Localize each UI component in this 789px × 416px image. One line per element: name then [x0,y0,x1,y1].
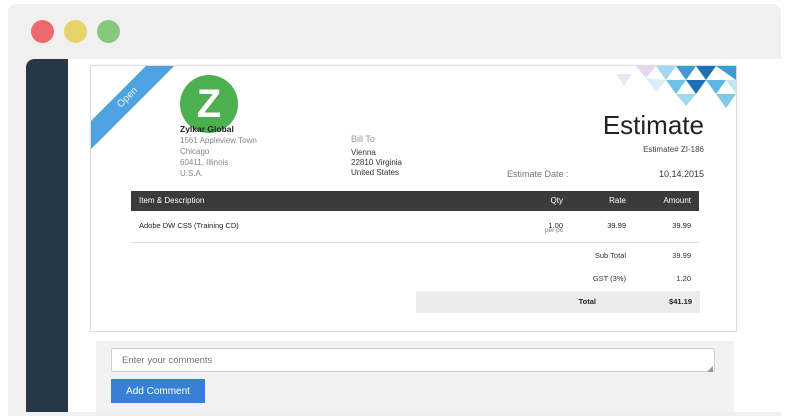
company-city: Chicago [180,147,210,156]
company-name: Zylkar Global [180,124,234,134]
resize-handle-icon[interactable]: ◢ [707,364,713,373]
company-zip-state: 60411, Illinois [180,158,229,167]
estimate-document: Open Z Zylkar Global 1561 Appleview Town… [90,65,737,332]
total-row: Total $41.19 [416,291,700,313]
row-unit: per pc [544,227,563,234]
add-comment-button[interactable]: Add Comment [111,379,205,403]
window-controls [31,20,120,43]
bill-to-country: United States [351,168,400,177]
total-label: Total [578,297,596,306]
row-rate: 39.99 [607,221,626,230]
gst-value: 1.20 [676,274,691,283]
estimate-title: Estimate [602,110,704,140]
estimate-date-label: Estimate Date : [507,169,569,179]
bill-to-name: Vienna [351,148,376,157]
sidebar [26,59,68,412]
app-body: Open Z Zylkar Global 1561 Appleview Town… [26,59,781,412]
status-ribbon: Open [91,66,189,159]
table-divider [131,242,699,243]
row-item: Adobe DW CS5 (Training CD) [139,221,239,230]
header-amount: Amount [663,196,691,205]
sub-total-value: 39.99 [672,251,691,260]
table-header: Item & Description Qty Rate Amount [131,191,699,211]
header-qty: Qty [550,196,563,205]
bill-to-zip-state: 22810 Virginia [351,158,403,167]
header-rate: Rate [609,196,626,205]
content-area: Open Z Zylkar Global 1561 Appleview Town… [68,59,781,412]
table-row: Adobe DW CS5 (Training CD) 1.00 per pc 3… [131,216,699,242]
company-country: U.S.A. [180,169,204,178]
estimate-date: 10.14.2015 [658,169,704,179]
maximize-window-dot[interactable] [97,20,120,43]
header-item: Item & Description [139,196,205,205]
sub-total-label: Sub Total [594,251,626,260]
decorative-triangles-graphic [616,66,736,108]
bill-to-label: Bill To [351,134,375,144]
close-window-dot[interactable] [31,20,54,43]
gst-row: GST (3%) 1.20 [131,269,699,289]
company-address-line: 1561 Appleview Town [180,136,257,145]
company-address: Zylkar Global 1561 Appleview Town Chicag… [180,124,257,179]
total-value: $41.19 [669,297,692,306]
app-window: Open Z Zylkar Global 1561 Appleview Town… [8,4,781,416]
comment-input[interactable] [111,348,715,372]
row-amount: 39.99 [672,221,691,230]
sub-total-row: Sub Total 39.99 [131,246,699,266]
comment-panel: ◢ Add Comment [96,341,734,412]
estimate-number: Estimate# ZI-186 [643,145,704,154]
bill-to-block: Bill To Vienna 22810 Virginia United Sta… [351,134,402,178]
minimize-window-dot[interactable] [64,20,87,43]
gst-label: GST (3%) [592,274,626,283]
